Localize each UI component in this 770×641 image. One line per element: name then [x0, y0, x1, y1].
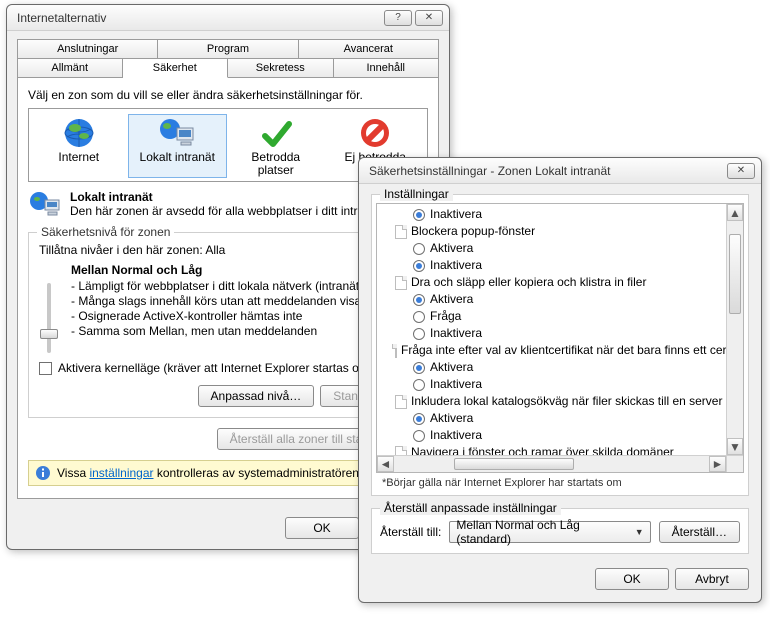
info-icon: [35, 465, 51, 481]
radio-icon: [413, 430, 425, 442]
tree-option[interactable]: Inaktivera: [377, 257, 743, 274]
zone-internet[interactable]: Internet: [29, 115, 129, 177]
level-details: - Lämpligt för webbplatser i ditt lokala…: [71, 279, 367, 339]
radio-icon: [413, 328, 425, 340]
tabs-upper: Anslutningar Program Avancerat: [17, 39, 439, 58]
security-settings-dialog: Säkerhetsinställningar - Zonen Lokalt in…: [358, 157, 762, 603]
radio-icon: [413, 243, 425, 255]
group-legend: Återställ anpassade inställningar: [380, 501, 561, 515]
reset-group: Återställ anpassade inställningar Återst…: [371, 508, 749, 554]
tree-option[interactable]: Inaktivera: [377, 376, 743, 393]
group-legend: Inställningar: [380, 187, 453, 201]
reset-button[interactable]: Återställ…: [659, 521, 740, 543]
radio-icon: [413, 362, 425, 374]
help-button[interactable]: ?: [384, 10, 412, 26]
page-icon: [395, 276, 407, 290]
security-level-slider[interactable]: [39, 263, 59, 353]
tab-content[interactable]: Innehåll: [334, 58, 440, 78]
tabs-lower: Allmänt Säkerhet Sekretess Innehåll: [17, 58, 439, 78]
scroll-thumb[interactable]: [454, 458, 574, 470]
globe-icon: [29, 115, 129, 151]
tree-option[interactable]: Inaktivera: [377, 427, 743, 444]
level-name: Mellan Normal och Låg: [71, 263, 367, 277]
select-value: Mellan Normal och Låg (standard): [456, 518, 634, 546]
settings-group: Inställningar Inaktivera Blockera popup-…: [371, 194, 749, 496]
tab-general[interactable]: Allmänt: [17, 58, 123, 78]
custom-level-button[interactable]: Anpassad nivå…: [198, 385, 315, 407]
page-icon: [395, 225, 407, 239]
tree-node[interactable]: Blockera popup-fönster: [377, 223, 743, 240]
close-button[interactable]: ✕: [727, 163, 755, 179]
tree-node[interactable]: Inkludera lokal katalogsökväg när filer …: [377, 393, 743, 410]
intranet-icon: [28, 190, 62, 220]
restart-note: *Börjar gälla när Internet Explorer har …: [376, 473, 744, 491]
radio-icon: [413, 294, 425, 306]
tab-privacy[interactable]: Sekretess: [228, 58, 334, 78]
tree-node[interactable]: Fråga inte efter val av klientcertifikat…: [377, 342, 743, 359]
checkbox-icon: [39, 362, 52, 375]
tree-option[interactable]: Inaktivera: [377, 206, 743, 223]
checkbox-label: Aktivera kernelläge (kräver att Internet…: [58, 361, 373, 375]
window-title: Internetalternativ: [17, 11, 106, 25]
scroll-left-icon[interactable]: ◄: [377, 456, 394, 472]
scroll-down-icon[interactable]: ▼: [727, 438, 743, 455]
ok-button[interactable]: OK: [285, 517, 359, 539]
restricted-icon: [326, 115, 426, 151]
chevron-down-icon: ▼: [635, 527, 644, 537]
radio-icon: [413, 209, 425, 221]
reset-label: Återställ till:: [380, 525, 441, 539]
cancel-button[interactable]: Avbryt: [675, 568, 749, 590]
tree-option[interactable]: Aktivera: [377, 359, 743, 376]
tab-advanced[interactable]: Avancerat: [299, 39, 439, 58]
tree-option[interactable]: Aktivera: [377, 291, 743, 308]
radio-icon: [413, 413, 425, 425]
window-title: Säkerhetsinställningar - Zonen Lokalt in…: [369, 164, 610, 178]
page-icon: [395, 395, 407, 409]
zone-trusted[interactable]: Betroddaplatser: [226, 115, 326, 177]
scroll-right-icon[interactable]: ►: [709, 456, 726, 472]
tree-option[interactable]: Inaktivera: [377, 325, 743, 342]
close-button[interactable]: ✕: [415, 10, 443, 26]
group-legend: Säkerhetsnivå för zonen: [37, 225, 174, 239]
settings-tree[interactable]: Inaktivera Blockera popup-fönster Aktive…: [376, 203, 744, 473]
radio-icon: [413, 311, 425, 323]
tab-programs[interactable]: Program: [158, 39, 298, 58]
zone-local-intranet[interactable]: Lokalt intranät: [128, 114, 228, 178]
scroll-up-icon[interactable]: ▲: [727, 204, 743, 221]
intranet-icon: [129, 115, 227, 151]
trusted-icon: [226, 115, 326, 151]
titlebar: Internetalternativ ? ✕: [7, 5, 449, 31]
reset-level-select[interactable]: Mellan Normal och Låg (standard) ▼: [449, 521, 650, 543]
radio-icon: [413, 379, 425, 391]
scroll-corner: [726, 455, 743, 472]
tree-option[interactable]: Aktivera: [377, 410, 743, 427]
tree-node[interactable]: Dra och släpp eller kopiera och klistra …: [377, 274, 743, 291]
zone-prompt: Välj en zon som du vill se eller ändra s…: [28, 88, 428, 102]
tree-option[interactable]: Aktivera: [377, 240, 743, 257]
radio-icon: [413, 260, 425, 272]
info-text: Vissa inställningar kontrolleras av syst…: [57, 466, 362, 480]
scroll-thumb[interactable]: [729, 234, 741, 314]
settings-link[interactable]: inställningar: [89, 466, 153, 480]
tab-security[interactable]: Säkerhet: [123, 58, 229, 78]
ok-button[interactable]: OK: [595, 568, 669, 590]
titlebar: Säkerhetsinställningar - Zonen Lokalt in…: [359, 158, 761, 184]
horizontal-scrollbar[interactable]: ◄ ►: [377, 455, 726, 472]
tab-connections[interactable]: Anslutningar: [17, 39, 158, 58]
page-icon: [395, 344, 397, 358]
tree-option[interactable]: Fråga: [377, 308, 743, 325]
vertical-scrollbar[interactable]: ▲ ▼: [726, 204, 743, 455]
